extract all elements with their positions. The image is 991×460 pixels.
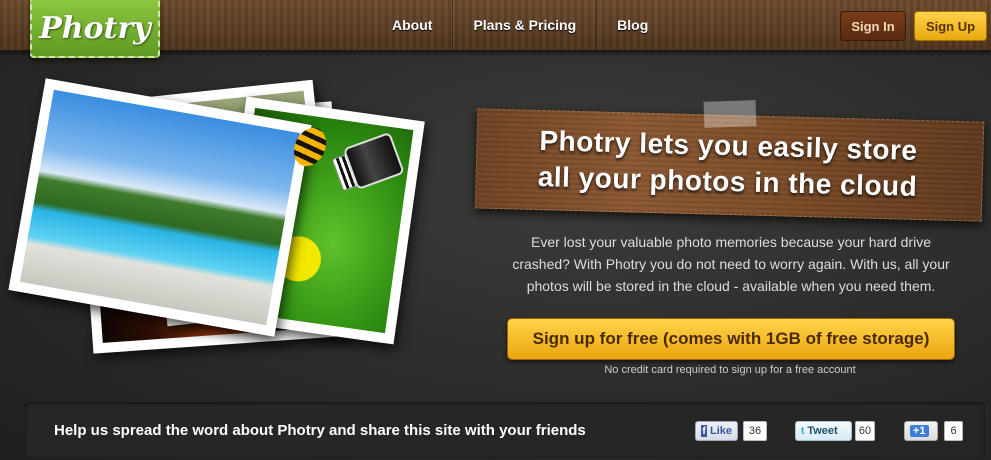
twitter-bird-icon: t [801, 425, 805, 437]
photo-pool-resort [8, 78, 312, 337]
google-plus-count: 6 [944, 421, 963, 441]
tweet-count: 60 [855, 421, 875, 441]
photry-logo[interactable]: Photry [30, 0, 160, 58]
hero-tagline: Photry lets you easily store all your ph… [487, 122, 969, 207]
signup-free-button[interactable]: Sign up for free (comes with 1GB of free… [507, 318, 955, 360]
google-plus-one-button[interactable]: +1 [904, 421, 938, 441]
sign-up-button[interactable]: Sign Up [914, 11, 987, 41]
tweet-button[interactable]: t Tweet [795, 421, 852, 441]
nav-plans-pricing[interactable]: Plans & Pricing [453, 0, 598, 50]
tape-strip [703, 100, 757, 128]
nav-blog[interactable]: Blog [597, 0, 668, 50]
like-label: Like [709, 425, 732, 437]
hero-description: Ever lost your valuable photo memories b… [512, 234, 950, 294]
facebook-like-button[interactable]: f Like [695, 421, 738, 441]
google-plus-icon: +1 [910, 425, 929, 437]
facebook-icon: f [701, 425, 707, 437]
tweet-label: Tweet [807, 425, 838, 437]
sign-in-button[interactable]: Sign In [840, 11, 906, 41]
facebook-count: 36 [743, 421, 767, 441]
main-nav: About Plans & Pricing Blog [372, 0, 668, 50]
share-text: Help us spread the word about Photry and… [54, 422, 586, 439]
cta-note: No credit card required to sign up for a… [604, 364, 856, 376]
nav-about[interactable]: About [372, 0, 454, 50]
logo-text: Photry [39, 10, 151, 46]
